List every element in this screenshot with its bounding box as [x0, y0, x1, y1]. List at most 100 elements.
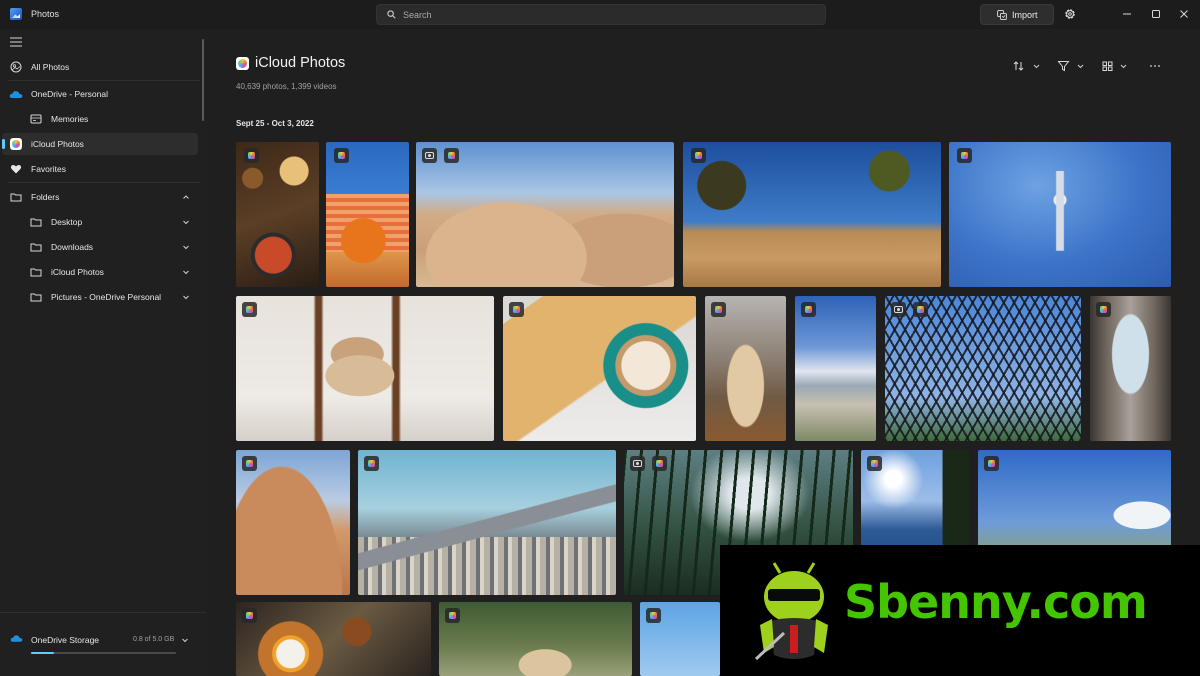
photo-thumbnail[interactable]	[1090, 296, 1171, 441]
sort-button[interactable]	[1012, 59, 1042, 73]
icloud-badge-icon	[445, 608, 460, 623]
search-box[interactable]: Search	[376, 4, 826, 25]
icloud-badge-icon	[242, 456, 257, 471]
sidebar-item-label: Folders	[31, 192, 60, 202]
maximize-icon[interactable]	[1148, 6, 1164, 22]
chevron-up-icon[interactable]	[182, 193, 190, 201]
sidebar-scrollbar[interactable]	[202, 39, 204, 121]
import-button[interactable]: Import	[980, 4, 1054, 25]
video-badge-icon	[630, 456, 645, 471]
sidebar-divider	[8, 182, 200, 183]
photo-thumbnail[interactable]	[439, 602, 632, 676]
date-group-header: Sept 25 - Oct 3, 2022	[236, 119, 314, 128]
chevron-down-icon[interactable]	[182, 218, 190, 226]
chevron-down-icon[interactable]	[182, 268, 190, 276]
chevron-down-icon[interactable]	[181, 636, 189, 644]
photo-thumbnail[interactable]	[683, 142, 941, 287]
more-options-icon[interactable]	[1147, 59, 1163, 73]
photo-thumbnail[interactable]	[236, 602, 431, 676]
icloud-badge-icon	[801, 302, 816, 317]
photo-thumbnail[interactable]	[705, 296, 786, 441]
folder-icon	[30, 243, 42, 252]
sidebar-item-favorites[interactable]: Favorites	[2, 158, 198, 180]
sidebar-item-downloads[interactable]: Downloads	[2, 236, 198, 258]
photo-thumbnail[interactable]	[236, 142, 319, 287]
sidebar-item-label: iCloud Photos	[51, 267, 104, 277]
icloud-badge-icon	[334, 148, 349, 163]
icloud-badge-icon	[691, 148, 706, 163]
sidebar-item-pictures-onedrive[interactable]: Pictures - OneDrive Personal	[2, 286, 198, 308]
sidebar-item-desktop[interactable]: Desktop	[2, 211, 198, 233]
icloud-badge-icon	[652, 456, 667, 471]
site-watermark: Sbenny.com	[720, 545, 1200, 676]
storage-progress-bar	[31, 652, 176, 654]
icloud-badge-icon	[244, 148, 259, 163]
sidebar-item-all-photos[interactable]: All Photos	[2, 56, 198, 78]
filter-icon	[1057, 61, 1070, 72]
icloud-badge-icon	[646, 608, 661, 623]
sidebar: All Photos OneDrive - Personal Memories …	[0, 29, 206, 676]
photo-thumbnail[interactable]	[885, 296, 1081, 441]
video-badge-icon	[422, 148, 437, 163]
sidebar-item-icloud-photos-folder[interactable]: iCloud Photos	[2, 261, 198, 283]
sidebar-item-memories[interactable]: Memories	[2, 108, 198, 130]
photo-thumbnail[interactable]	[236, 296, 494, 441]
photo-thumbnail[interactable]	[640, 602, 720, 676]
folder-icon	[30, 268, 42, 277]
photo-thumbnail[interactable]	[416, 142, 674, 287]
sidebar-item-label: iCloud Photos	[31, 139, 84, 149]
video-badge-icon	[891, 302, 906, 317]
sidebar-item-label: Favorites	[31, 164, 66, 174]
watermark-text: Sbenny.com	[844, 575, 1148, 629]
icloud-badge-icon	[867, 456, 882, 471]
sidebar-item-label: Desktop	[51, 217, 83, 227]
photo-thumbnail[interactable]	[358, 450, 616, 595]
app-title: Photos	[31, 9, 60, 19]
import-icon	[997, 10, 1007, 20]
title-bar: Photos Search Import	[0, 0, 1200, 29]
chevron-down-icon[interactable]	[182, 243, 190, 251]
onedrive-cloud-icon	[9, 91, 23, 98]
page-subtitle: 40,639 photos, 1,399 videos	[236, 82, 337, 91]
search-icon	[387, 10, 396, 19]
onedrive-storage[interactable]: OneDrive Storage 0.8 of 5.0 GB	[0, 612, 206, 676]
icloud-photos-icon	[10, 138, 22, 150]
sidebar-item-folders[interactable]: Folders	[2, 186, 198, 208]
settings-gear-icon[interactable]	[1062, 6, 1078, 22]
storage-progress-fill	[31, 652, 55, 654]
view-layout-button[interactable]	[1101, 59, 1131, 73]
photo-thumbnail[interactable]	[795, 296, 876, 441]
icloud-badge-icon	[444, 148, 459, 163]
close-icon[interactable]	[1176, 6, 1192, 22]
search-input[interactable]: Search	[403, 10, 432, 20]
minimize-icon[interactable]	[1119, 6, 1135, 22]
page-title: iCloud Photos	[255, 55, 346, 71]
icloud-badge-icon	[509, 302, 524, 317]
photo-thumbnail[interactable]	[236, 450, 350, 595]
icloud-badge-icon	[242, 302, 257, 317]
folder-icon	[10, 193, 22, 202]
sidebar-item-icloud-photos[interactable]: iCloud Photos	[2, 133, 198, 155]
chevron-down-icon[interactable]	[182, 293, 190, 301]
hamburger-menu-icon[interactable]	[10, 37, 22, 47]
filter-button[interactable]	[1057, 59, 1087, 73]
sidebar-item-label: Memories	[51, 114, 89, 124]
photo-thumbnail[interactable]	[949, 142, 1171, 287]
sidebar-item-onedrive-personal[interactable]: OneDrive - Personal	[2, 83, 198, 105]
icloud-badge-icon	[364, 456, 379, 471]
photo-thumbnail[interactable]	[326, 142, 409, 287]
folder-icon	[30, 218, 42, 227]
sidebar-item-label: OneDrive - Personal	[31, 89, 109, 99]
import-label: Import	[1012, 10, 1038, 20]
sort-icon	[1013, 61, 1024, 71]
icloud-badge-icon	[984, 456, 999, 471]
heart-icon	[10, 164, 22, 174]
sidebar-item-label: All Photos	[31, 62, 70, 72]
sidebar-item-label: Pictures - OneDrive Personal	[51, 292, 162, 302]
photo-thumbnail[interactable]	[503, 296, 696, 441]
storage-label: OneDrive Storage	[31, 635, 100, 645]
onedrive-cloud-icon	[10, 635, 23, 642]
icloud-badge-icon	[711, 302, 726, 317]
android-ninja-logo	[754, 562, 828, 661]
icloud-badge-icon	[913, 302, 928, 317]
